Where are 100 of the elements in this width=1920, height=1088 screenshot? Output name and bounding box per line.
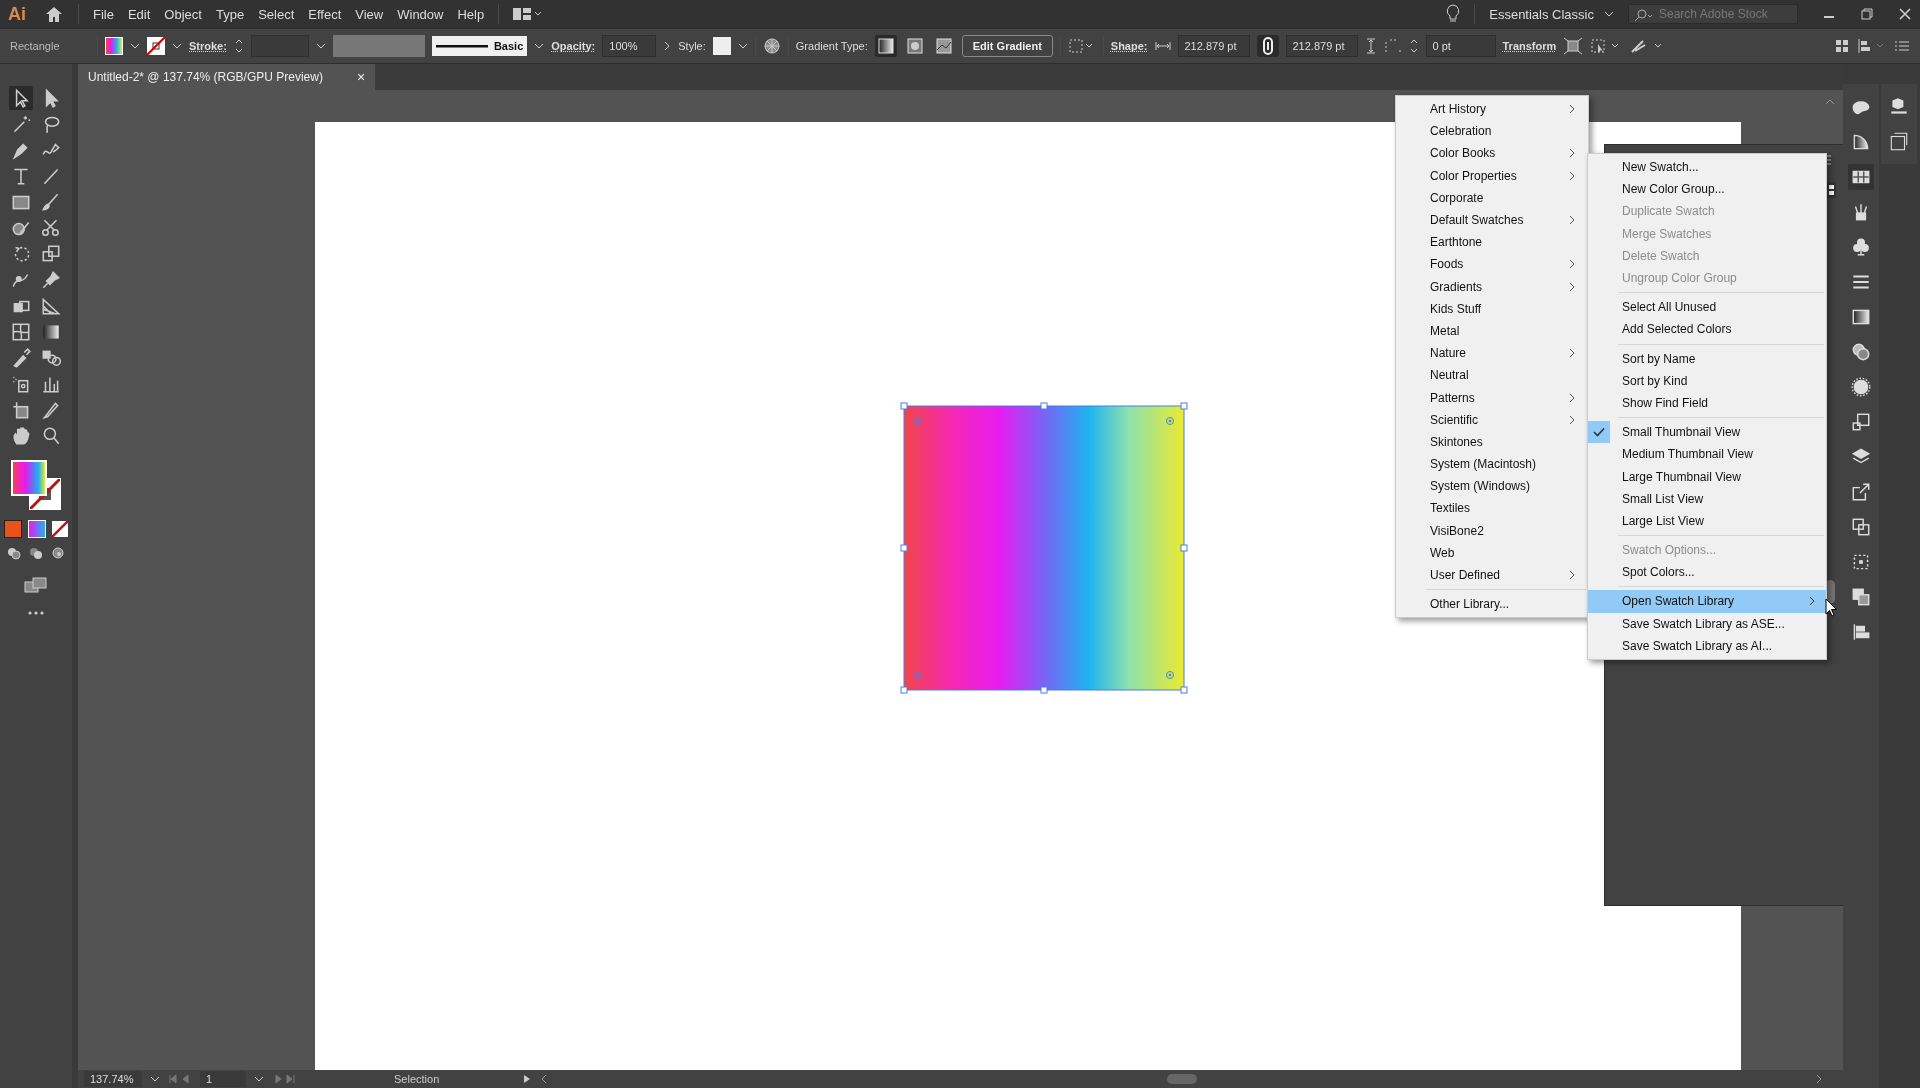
- height-field[interactable]: 212.879 pt: [1285, 35, 1358, 57]
- document-tab[interactable]: Untitled-2* @ 137.74% (RGB/GPU Preview) ×: [78, 64, 376, 90]
- shape-label[interactable]: Shape:: [1110, 40, 1148, 52]
- menu-item[interactable]: Celebration: [1396, 120, 1588, 143]
- menu-item[interactable]: Add Selected Colors: [1588, 318, 1826, 341]
- menu-item[interactable]: Art History: [1396, 98, 1588, 121]
- fill-stroke-drawing[interactable]: [9, 460, 63, 512]
- menu-item[interactable]: Small Thumbnail View: [1588, 421, 1826, 444]
- gradient-rectangle[interactable]: [899, 401, 1189, 695]
- menu-item[interactable]: Save Swatch Library as ASE...: [1588, 612, 1826, 635]
- opacity-label[interactable]: Opacity:: [551, 40, 596, 52]
- opacity-field[interactable]: 100%: [602, 35, 657, 57]
- menu-item[interactable]: Skintones: [1396, 430, 1588, 453]
- menu-item[interactable]: Nature: [1396, 342, 1588, 365]
- menu-item[interactable]: Large Thumbnail View: [1588, 465, 1826, 488]
- edit-gradient-button[interactable]: Edit Gradient: [961, 35, 1053, 57]
- style-label: Style:: [678, 40, 706, 52]
- menu-item[interactable]: Spot Colors...: [1588, 561, 1826, 584]
- zoom-level-dropdown[interactable]: 137.74%: [84, 1071, 142, 1087]
- menu-item[interactable]: Textiles: [1396, 497, 1588, 520]
- stepper-arrows-icon[interactable]: [1408, 37, 1419, 55]
- menu-item[interactable]: Select All Unused: [1588, 296, 1826, 319]
- transform-link[interactable]: Transform: [1502, 40, 1557, 52]
- menu-item[interactable]: Gradients: [1396, 275, 1588, 298]
- menu-item[interactable]: File: [93, 6, 114, 22]
- menu-item[interactable]: Default Swatches: [1396, 208, 1588, 232]
- menu-item[interactable]: Select: [258, 6, 295, 22]
- brush-definition-dropdown[interactable]: Basic: [431, 36, 528, 56]
- draw-behind-icon[interactable]: [28, 546, 44, 560]
- play-icon[interactable]: [522, 1074, 532, 1084]
- artboard-number-field[interactable]: 1: [200, 1071, 246, 1087]
- chevron-down-icon[interactable]: [1604, 10, 1614, 18]
- menu-item[interactable]: Earthtone: [1396, 231, 1588, 254]
- close-icon[interactable]: [1898, 7, 1912, 21]
- menu-item[interactable]: Foods: [1396, 253, 1588, 276]
- menu-item[interactable]: Effect: [308, 6, 342, 22]
- menu-item[interactable]: Color Properties: [1396, 164, 1588, 187]
- menu-item[interactable]: Corporate: [1396, 186, 1588, 209]
- menu-item[interactable]: Save Swatch Library as AI...: [1588, 634, 1826, 657]
- stepper-arrows-icon[interactable]: [233, 37, 244, 55]
- screen-mode-icon[interactable]: [24, 576, 48, 594]
- menu-item[interactable]: System (Windows): [1396, 475, 1588, 498]
- menu-item[interactable]: Other Library...: [1396, 593, 1588, 616]
- current-tool-label: Selection: [394, 1073, 441, 1085]
- chevron-right-icon[interactable]: [663, 41, 672, 51]
- close-tab-button[interactable]: ×: [356, 69, 366, 85]
- menu-item[interactable]: Web: [1396, 541, 1588, 564]
- menu-item[interactable]: Show Find Field: [1588, 391, 1826, 415]
- fill-swatch[interactable]: [105, 37, 123, 55]
- draw-inside-icon[interactable]: [50, 546, 66, 560]
- corner-type-icon[interactable]: [1383, 38, 1402, 54]
- lightbulb-icon[interactable]: [1446, 4, 1461, 24]
- isolate-icon[interactable]: [1563, 37, 1584, 55]
- menu-item[interactable]: Patterns: [1396, 386, 1588, 409]
- menu-item[interactable]: Open Swatch Library: [1588, 590, 1826, 613]
- menu-item[interactable]: System (Macintosh): [1396, 453, 1588, 476]
- menu-item[interactable]: Color Books: [1396, 142, 1588, 165]
- menu-item[interactable]: User Defined: [1396, 563, 1588, 587]
- corner-radius-field[interactable]: 0 pt: [1425, 35, 1496, 57]
- no-stroke-swatch[interactable]: [147, 37, 165, 55]
- link-icon[interactable]: [1256, 35, 1279, 57]
- restore-icon[interactable]: [1860, 7, 1874, 21]
- workspace-switcher[interactable]: Essentials Classic: [1489, 6, 1614, 22]
- panel-menu-icon[interactable]: [1894, 39, 1910, 53]
- menu-item[interactable]: Object: [164, 6, 202, 22]
- menu-item[interactable]: Sort by Name: [1588, 347, 1826, 370]
- menu-item[interactable]: New Color Group...: [1588, 178, 1826, 201]
- menu-item[interactable]: Sort by Kind: [1588, 369, 1826, 392]
- linear-gradient-button[interactable]: [874, 35, 897, 57]
- swatch-grid-icon[interactable]: [1848, 164, 1874, 190]
- menu-item[interactable]: Type: [215, 6, 245, 22]
- width-field[interactable]: 212.879 pt: [1177, 35, 1250, 57]
- recolor-wheel-icon[interactable]: [762, 37, 781, 55]
- menu-item[interactable]: Neutral: [1396, 364, 1588, 387]
- menu-item[interactable]: Small List View: [1588, 487, 1826, 510]
- more-icon[interactable]: [27, 610, 45, 616]
- menu-item[interactable]: View: [355, 6, 384, 22]
- menu-item[interactable]: Scientific: [1396, 408, 1588, 431]
- gradient-mode-button[interactable]: [28, 520, 46, 538]
- menu-item[interactable]: Metal: [1396, 319, 1588, 343]
- stroke-label[interactable]: Stroke:: [189, 40, 227, 52]
- menu-item[interactable]: Large List View: [1588, 509, 1826, 532]
- home-icon[interactable]: [44, 5, 64, 23]
- search-icon[interactable]: [1633, 8, 1655, 22]
- chevron-right-icon: [1568, 259, 1576, 270]
- scroll-thumb[interactable]: [1166, 1074, 1197, 1084]
- draw-normal-icon[interactable]: [6, 546, 22, 560]
- menu-item[interactable]: Edit: [127, 6, 151, 22]
- menu-item[interactable]: New Swatch...: [1588, 156, 1826, 179]
- menu-item[interactable]: VisiBone2: [1396, 519, 1588, 542]
- search-field[interactable]: Search Adobe Stock: [1628, 4, 1798, 24]
- menu-item[interactable]: Help: [457, 6, 485, 22]
- graphic-style-swatch[interactable]: [712, 37, 731, 55]
- none-mode-button[interactable]: [52, 521, 68, 537]
- menu-item[interactable]: Window: [397, 6, 444, 22]
- arrange-grid-icon[interactable]: [1834, 38, 1850, 54]
- color-mode-button[interactable]: [4, 520, 22, 538]
- menu-item[interactable]: Medium Thumbnail View: [1588, 443, 1826, 466]
- layout-grid-icon[interactable]: [513, 7, 544, 21]
- menu-item[interactable]: Kids Stuff: [1396, 297, 1588, 320]
